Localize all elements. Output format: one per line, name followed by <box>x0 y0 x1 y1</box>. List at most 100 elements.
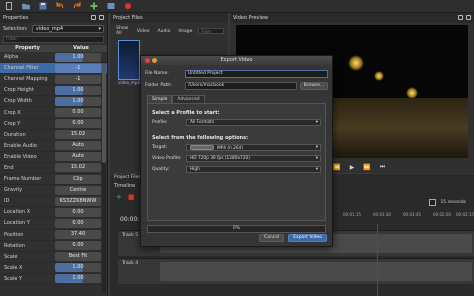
export-video-button[interactable]: Export Video <box>288 234 327 242</box>
property-row[interactable]: Alpha 1.00 <box>0 52 107 64</box>
close-panel-icon[interactable] <box>466 15 471 20</box>
browse-button[interactable]: Browse... <box>300 81 328 90</box>
property-row[interactable]: End 15.02 <box>0 163 107 175</box>
property-value[interactable]: 0.00 <box>55 108 101 118</box>
street-light <box>348 55 364 71</box>
add-track-icon[interactable]: + <box>116 193 122 201</box>
file-name-input[interactable]: Untitled Project <box>185 69 328 78</box>
property-value[interactable]: 0.00 <box>55 119 101 129</box>
property-value[interactable]: Centre <box>55 185 101 195</box>
property-value[interactable]: -1 <box>55 63 101 73</box>
property-value[interactable]: 37.40 <box>55 230 101 240</box>
property-row[interactable]: Scale X 1.00 <box>0 263 107 274</box>
selection-dropdown[interactable]: video_mp4 <box>31 25 104 33</box>
folder-path-input[interactable]: /Users/macbook <box>185 81 297 90</box>
properties-filter-input[interactable]: Filter <box>3 36 104 43</box>
property-name: Scale Y <box>4 275 23 282</box>
property-value[interactable]: 1.00 <box>55 85 101 95</box>
cancel-button[interactable]: Cancel <box>258 234 285 242</box>
minimize-dot-icon[interactable] <box>152 58 157 63</box>
property-name: Location X <box>4 209 31 216</box>
property-row[interactable]: Scale Y 1.00 <box>0 274 107 285</box>
property-value[interactable]: 1.00 <box>55 96 101 106</box>
float-panel-icon[interactable] <box>91 15 96 20</box>
properties-panel: Properties Selection: video_mp4 Filter P… <box>0 13 108 296</box>
tab-project-files[interactable]: Project Files <box>114 175 141 180</box>
property-row[interactable]: Crop Width 1.00 <box>0 96 107 108</box>
tab-advanced[interactable]: Advanced <box>172 95 205 103</box>
tab-audio[interactable]: Audio <box>156 28 173 35</box>
property-row[interactable]: Enable Audio Auto <box>0 141 107 152</box>
property-row[interactable]: Scale Best Fit <box>0 252 107 263</box>
profile-section-heading: Select a Profile to start: <box>152 110 220 116</box>
file-name-label: File Name: <box>145 71 169 76</box>
close-dot-icon[interactable] <box>145 58 150 63</box>
property-value[interactable]: KS3ZZK8NWW <box>55 196 101 206</box>
property-row[interactable]: Position 37.40 <box>0 230 107 241</box>
zoom-checkbox[interactable] <box>429 199 437 206</box>
jump-end-icon[interactable]: ⏭ <box>380 163 385 171</box>
property-row[interactable]: Frame Number Clip <box>0 174 107 186</box>
property-value[interactable]: 1.00 <box>55 274 101 284</box>
property-value[interactable]: 0.00 <box>55 207 101 217</box>
property-value[interactable]: Auto <box>55 141 101 151</box>
snap-icon[interactable]: ■ <box>128 193 135 201</box>
tab-video[interactable]: Video <box>135 28 152 35</box>
property-row[interactable]: ID KS3ZZK8NWW <box>0 196 107 208</box>
target-label: Target: <box>152 145 168 150</box>
video-profile-dropdown[interactable]: HD 720p 30 fps (1280x720) <box>186 155 321 162</box>
tab-simple[interactable]: Simple <box>147 95 173 103</box>
property-value[interactable]: 1.00 <box>55 52 101 62</box>
property-row[interactable]: Rotation 0.00 <box>0 241 107 252</box>
tab-image[interactable]: Image <box>176 28 194 35</box>
redo-icon[interactable] <box>73 1 81 10</box>
property-row[interactable]: Crop X 0.00 <box>0 107 107 119</box>
property-value[interactable]: 15.02 <box>55 163 101 173</box>
property-name: Scale X <box>4 264 23 271</box>
options-section-heading: Select from the following options: <box>152 135 249 141</box>
float-panel-icon[interactable] <box>458 15 463 20</box>
timeline-track[interactable]: Track 4 <box>118 258 474 284</box>
new-file-icon[interactable] <box>5 2 13 10</box>
property-row[interactable]: Channel Mapping -1 <box>0 74 107 86</box>
project-files-filter-tabs: Show All Video Audio Image Filter <box>110 23 228 39</box>
property-row[interactable]: Crop Height 1.00 <box>0 85 107 97</box>
project-files-title: Project Files <box>110 13 228 23</box>
files-filter-input[interactable]: Filter <box>198 28 224 34</box>
property-row[interactable]: Channel Filter -1 <box>0 63 107 75</box>
undo-icon[interactable] <box>56 1 64 10</box>
property-value[interactable]: 1.00 <box>55 263 101 273</box>
property-row[interactable]: Location X 0.00 <box>0 207 107 219</box>
property-row[interactable]: Enable Video Auto <box>0 152 107 163</box>
property-row[interactable]: Location Y 0.00 <box>0 218 107 230</box>
preview-panel-controls <box>458 15 471 20</box>
scrollbar-thumb[interactable] <box>102 63 106 163</box>
property-value[interactable]: 15.02 <box>55 130 101 140</box>
playhead[interactable] <box>377 224 378 296</box>
property-value[interactable]: -1 <box>55 74 101 84</box>
quality-dropdown[interactable]: High <box>186 166 321 173</box>
open-folder-icon[interactable] <box>22 2 30 10</box>
fast-forward-icon[interactable]: ⏩ <box>363 164 370 171</box>
property-row[interactable]: Gravity Centre <box>0 185 107 197</box>
property-value[interactable]: 0.00 <box>55 218 101 228</box>
play-icon[interactable]: ▶ <box>350 164 355 171</box>
properties-scrollbar[interactable] <box>102 63 106 293</box>
rewind-icon[interactable]: ⏪ <box>333 164 340 171</box>
track-lane[interactable] <box>160 262 472 281</box>
property-value[interactable]: 0.00 <box>55 241 101 251</box>
property-value[interactable]: Best Fit <box>55 252 101 262</box>
add-icon[interactable] <box>90 2 98 10</box>
save-icon[interactable] <box>39 2 47 10</box>
property-row[interactable]: Crop Y 0.00 <box>0 119 107 130</box>
record-icon[interactable] <box>124 2 132 10</box>
property-row[interactable]: Duration 15.02 <box>0 130 107 141</box>
profile-dropdown[interactable]: All Formats <box>186 119 321 126</box>
close-panel-icon[interactable] <box>99 15 104 20</box>
clip-thumbnail[interactable] <box>118 40 140 80</box>
fullscreen-icon[interactable] <box>107 2 115 10</box>
property-value[interactable]: Auto <box>55 152 101 162</box>
target-dropdown[interactable]: MP4 (h.264) <box>186 144 321 151</box>
property-value[interactable]: Clip <box>55 174 101 184</box>
tab-show-all[interactable]: Show All <box>114 25 131 37</box>
